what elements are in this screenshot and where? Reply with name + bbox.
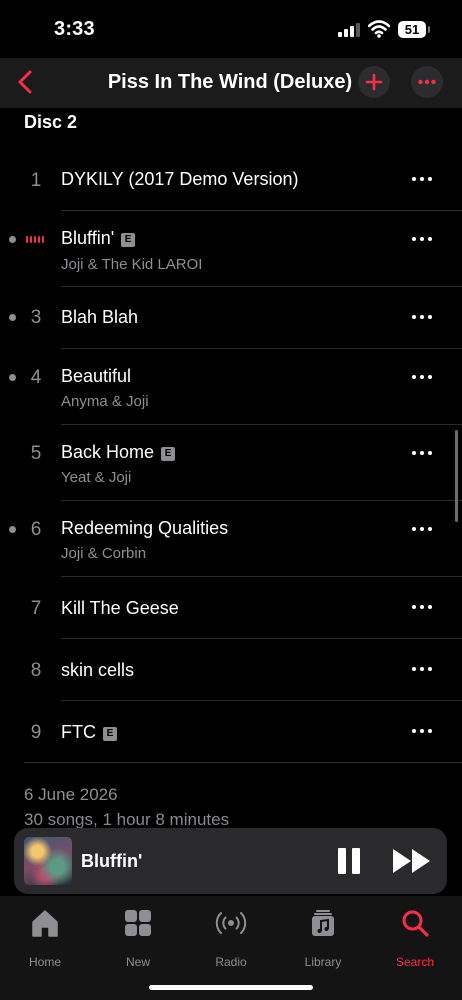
fast-forward-icon[interactable] <box>392 848 432 874</box>
track-more-icon[interactable] <box>402 305 442 329</box>
track-number: 6 <box>30 519 42 540</box>
track-more-icon[interactable] <box>402 719 442 743</box>
track-title: Bluffin' E <box>61 228 136 249</box>
track-number: 1 <box>30 170 42 191</box>
cellular-signal-icon <box>338 23 360 37</box>
tab-label: Home <box>28 955 61 969</box>
track-more-icon[interactable] <box>402 227 442 251</box>
disc-label: Disc 2 <box>24 112 78 132</box>
plus-icon <box>365 73 383 91</box>
pause-icon[interactable] <box>338 848 362 874</box>
track-title: Redeeming Qualities <box>61 518 229 538</box>
tab-search[interactable]: Search <box>380 908 450 969</box>
track-artist: Anyma & Joji <box>61 393 149 410</box>
track-title-text: Bluffin' <box>61 228 115 248</box>
track-title: Kill The Geese <box>61 598 179 618</box>
added-dot <box>9 236 16 243</box>
status-bar: 3:33 51 <box>0 0 462 60</box>
add-to-library-button[interactable] <box>358 66 390 98</box>
wifi-icon <box>368 20 390 38</box>
album-title: Piss In The Wind (Deluxe) <box>107 71 353 93</box>
track-more-icon[interactable] <box>402 441 442 465</box>
track-more-icon[interactable] <box>402 595 442 619</box>
track-number: 4 <box>30 367 42 388</box>
explicit-badge: E <box>161 447 176 461</box>
track-title-text: Back Home <box>61 442 155 462</box>
tab-label: Search <box>395 955 435 969</box>
track-row[interactable]: 9 FTC E <box>0 701 462 763</box>
track-row[interactable]: 6 Redeeming Qualities Joji & Corbin <box>0 501 462 577</box>
track-number: 9 <box>30 722 42 743</box>
song-count: 30 songs, 1 hour 8 minutes <box>24 810 230 829</box>
track-number: 7 <box>30 598 42 619</box>
battery-level: 51 <box>404 22 420 37</box>
library-icon <box>312 910 334 936</box>
battery-tip <box>428 26 430 33</box>
track-artist: Yeat & Joji <box>61 469 132 486</box>
track-number: 5 <box>30 443 42 464</box>
track-artist: Joji & The Kid LAROI <box>61 256 203 273</box>
album-artwork <box>24 837 72 885</box>
tab-new[interactable]: New <box>103 908 173 969</box>
track-more-icon[interactable] <box>402 365 442 389</box>
status-time: 3:33 <box>54 18 95 40</box>
explicit-badge: E <box>103 727 117 741</box>
home-icon <box>32 910 58 937</box>
release-date: 6 June 2026 <box>24 785 118 804</box>
track-title: skin cells <box>61 660 135 680</box>
track-row[interactable]: 3 Blah Blah <box>0 287 462 349</box>
track-number: 8 <box>30 660 42 681</box>
home-indicator[interactable] <box>149 985 313 990</box>
track-title-text: FTC <box>61 722 96 742</box>
track-artist: Joji & Corbin <box>61 545 147 562</box>
track-title: Beautiful <box>61 366 132 386</box>
track-row[interactable]: 1 DYKILY (2017 Demo Version) <box>0 149 462 211</box>
tab-library[interactable]: Library <box>288 908 358 969</box>
ellipsis-icon <box>418 79 436 85</box>
scroll-indicator[interactable] <box>455 430 458 522</box>
tab-radio[interactable]: Radio <box>196 908 266 969</box>
added-dot <box>9 374 16 381</box>
radio-icon <box>215 912 247 934</box>
now-playing-icon <box>26 235 48 245</box>
mini-player[interactable]: Bluffin' <box>14 828 447 894</box>
track-row[interactable]: 7 Kill The Geese <box>0 577 462 639</box>
now-playing-title: Bluffin' <box>81 851 143 871</box>
track-more-icon[interactable] <box>402 657 442 681</box>
track-row[interactable]: Bluffin' E Joji & The Kid LAROI <box>0 211 462 287</box>
track-more-icon[interactable] <box>402 517 442 541</box>
track-title: Back Home E <box>61 442 176 463</box>
track-title: FTC E <box>61 722 117 743</box>
track-row[interactable]: 4 Beautiful Anyma & Joji <box>0 349 462 425</box>
track-divider <box>24 762 462 763</box>
track-title: Blah Blah <box>61 307 139 327</box>
added-dot <box>9 314 16 321</box>
track-more-icon[interactable] <box>402 167 442 191</box>
battery-icon: 51 <box>398 21 426 38</box>
more-options-button[interactable] <box>411 66 443 98</box>
track-row[interactable]: 8 skin cells <box>0 639 462 701</box>
grid-icon <box>125 910 151 936</box>
tab-label: New <box>125 955 150 969</box>
tab-label: Library <box>304 955 342 969</box>
track-number: 3 <box>30 307 42 328</box>
added-dot <box>9 526 16 533</box>
track-title: DYKILY (2017 Demo Version) <box>61 169 299 189</box>
tab-home[interactable]: Home <box>10 908 80 969</box>
tab-label: Radio <box>215 955 247 969</box>
explicit-badge: E <box>121 233 136 247</box>
track-row[interactable]: 5 Back Home E Yeat & Joji <box>0 425 462 501</box>
search-icon <box>402 910 429 937</box>
nav-bar: Piss In The Wind (Deluxe) <box>0 58 462 108</box>
